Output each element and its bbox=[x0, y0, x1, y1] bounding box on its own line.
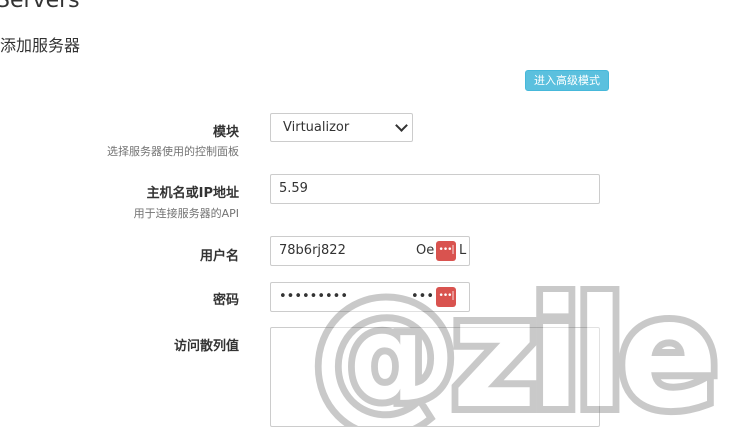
password-manager-icon[interactable]: •••| bbox=[436, 241, 456, 261]
hostname-input[interactable]: 5.59 bbox=[270, 174, 600, 204]
module-hint: 选择服务器使用的控制面板 bbox=[107, 145, 239, 158]
password-label: 密码 bbox=[212, 293, 239, 308]
password-manager-icon[interactable]: •••| bbox=[436, 287, 456, 307]
hostname-label: 主机名或IP地址 bbox=[146, 186, 239, 201]
access-hash-textarea[interactable] bbox=[270, 327, 600, 427]
add-server-heading: 添加服务器 bbox=[0, 36, 81, 55]
chevron-down-icon bbox=[395, 119, 408, 132]
module-select-value: Virtualizor bbox=[283, 120, 350, 135]
hostname-value: 5.59 bbox=[279, 181, 308, 196]
username-value: 78b6rj822 bbox=[279, 243, 346, 258]
username-label: 用户名 bbox=[199, 249, 239, 264]
access-hash-label: 访问散列值 bbox=[173, 339, 239, 354]
module-select[interactable]: Virtualizor bbox=[270, 113, 413, 142]
module-label: 模块 bbox=[212, 125, 239, 140]
username-tail: Oe bbox=[416, 243, 435, 258]
username-redaction bbox=[348, 237, 418, 265]
advanced-mode-button[interactable]: 进入高级模式 bbox=[525, 70, 609, 91]
password-redaction bbox=[348, 283, 410, 311]
hostname-hint: 用于连接服务器的API bbox=[133, 207, 239, 220]
page-title: Servers bbox=[0, 0, 80, 13]
username-tail-end: L bbox=[459, 243, 467, 258]
